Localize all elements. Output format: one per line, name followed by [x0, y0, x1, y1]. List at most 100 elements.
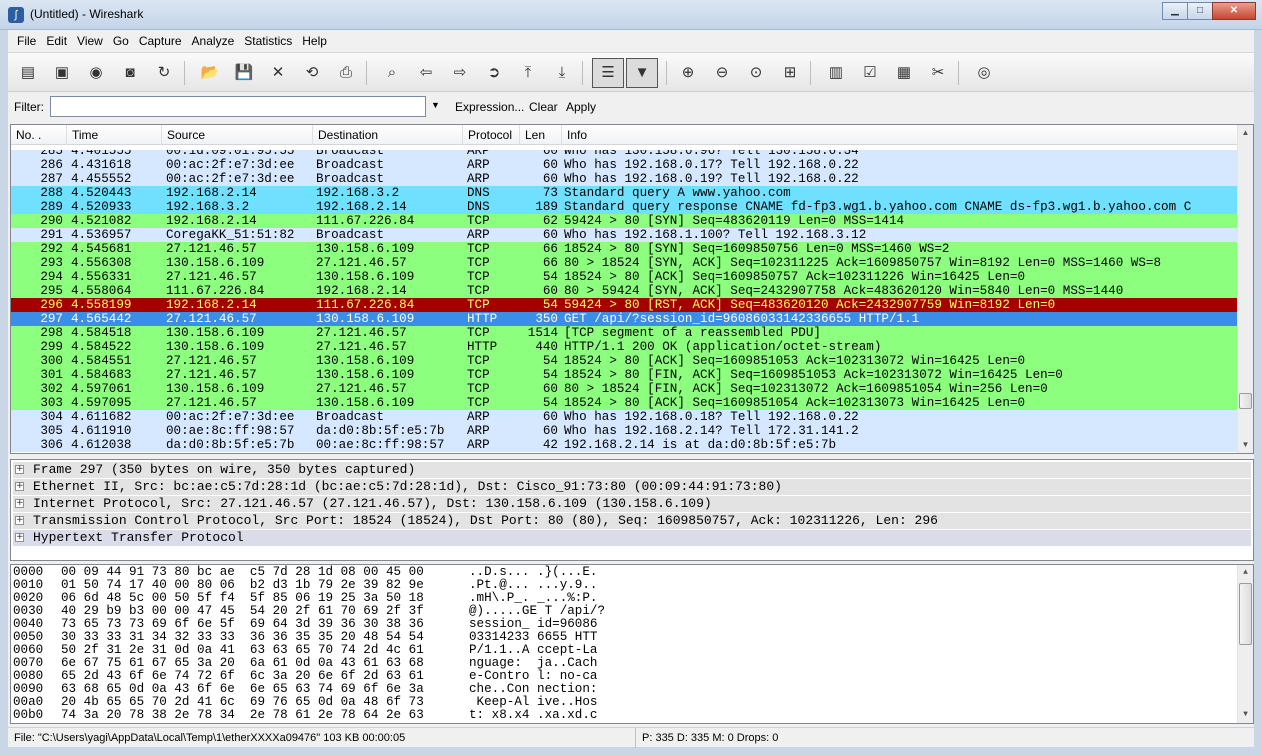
packet-list-scrollbar[interactable]: ▲ ▼: [1237, 125, 1253, 453]
packet-row[interactable]: 287 4.455552 00:ac:2f:e7:3d:ee Broadcast ARP…: [11, 172, 1237, 186]
column-destination[interactable]: Destination: [313, 125, 463, 145]
menu-view[interactable]: View: [72, 30, 108, 52]
go-to-packet-icon[interactable]: ➲: [482, 61, 506, 85]
filter-input[interactable]: [50, 96, 426, 117]
scroll-up-icon[interactable]: ▲: [1238, 125, 1253, 141]
resize-columns-icon[interactable]: ⊞: [778, 61, 802, 85]
coloring-rules-icon[interactable]: ▦: [892, 61, 916, 85]
scroll-thumb[interactable]: [1239, 583, 1252, 645]
close-file-icon[interactable]: ✕: [266, 61, 290, 85]
stop-capture-icon[interactable]: ◙: [118, 61, 142, 85]
packet-row[interactable]: 299 4.584522 130.158.6.109 27.121.46.57 HTTP…: [11, 340, 1237, 354]
minimize-button[interactable]: ▁: [1162, 2, 1188, 20]
hex-ascii[interactable]: t: x8.x4 .xa.xd.c: [469, 709, 597, 722]
column-len[interactable]: Len: [520, 125, 562, 145]
menu-edit[interactable]: Edit: [41, 30, 72, 52]
find-packet-icon[interactable]: ⌕: [380, 61, 404, 85]
expand-icon[interactable]: +: [15, 516, 24, 525]
hex-bytes[interactable]: 74 3a 20 78 38 2e 78 34 2e 78 61 2e 78 6…: [61, 709, 424, 722]
zoom-in-icon[interactable]: ⊕: [676, 61, 700, 85]
reload-icon[interactable]: ⟲: [300, 61, 324, 85]
packet-row[interactable]: 304 4.611682 00:ac:2f:e7:3d:ee Broadcast ARP…: [11, 410, 1237, 424]
column-source[interactable]: Source: [162, 125, 313, 145]
display-filters-icon[interactable]: ☑: [858, 61, 882, 85]
bytes-scrollbar[interactable]: ▲ ▼: [1237, 565, 1253, 723]
packet-row[interactable]: 289 4.520933 192.168.3.2 192.168.2.14 DNS 189…: [11, 200, 1237, 214]
detail-frame[interactable]: + Frame 297 (350 bytes on wire, 350 byte…: [13, 462, 1251, 478]
packet-row[interactable]: 302 4.597061 130.158.6.109 27.121.46.57 TCP 6…: [11, 382, 1237, 396]
status-counts: P: 335 D: 335 M: 0 Drops: 0: [642, 732, 779, 744]
packet-row[interactable]: 306 4.612038 da:d0:8b:5f:e5:7b 00:ae:8c:ff:…: [11, 438, 1237, 452]
menu-capture[interactable]: Capture: [134, 30, 187, 52]
column-time[interactable]: Time: [67, 125, 162, 145]
scroll-down-icon[interactable]: ▼: [1238, 437, 1253, 453]
packet-dst: 192.168.3.2: [316, 186, 400, 200]
go-last-icon[interactable]: ⤓: [550, 61, 574, 85]
packet-row[interactable]: 297 4.565442 27.121.46.57 130.158.6.109 HTTP…: [11, 312, 1237, 326]
help-icon[interactable]: ◎: [972, 61, 996, 85]
expand-icon[interactable]: +: [15, 499, 24, 508]
menu-help[interactable]: Help: [297, 30, 332, 52]
auto-scroll-icon[interactable]: ▼: [626, 58, 658, 88]
packet-row[interactable]: 286 4.431618 00:ac:2f:e7:3d:ee Broadcast ARP…: [11, 158, 1237, 172]
capture-filters-icon[interactable]: ▥: [824, 61, 848, 85]
packet-row[interactable]: 301 4.584683 27.121.46.57 130.158.6.109 TCP 5…: [11, 368, 1237, 382]
packet-row[interactable]: 295 4.558064 111.67.226.84 192.168.2.14 TCP 6…: [11, 284, 1237, 298]
menu-statistics[interactable]: Statistics: [239, 30, 297, 52]
detail-ip[interactable]: + Internet Protocol, Src: 27.121.46.57 (…: [13, 496, 1251, 512]
go-forward-icon[interactable]: ⇨: [448, 61, 472, 85]
wireshark-logo-icon: ∫: [8, 7, 24, 23]
detail-ethernet[interactable]: + Ethernet II, Src: bc:ae:c5:7d:28:1d (b…: [13, 479, 1251, 495]
menu-file[interactable]: File: [12, 30, 41, 52]
column-protocol[interactable]: Protocol: [463, 125, 520, 145]
colorize-icon[interactable]: ☰: [592, 58, 624, 88]
packet-row[interactable]: 296 4.558199 192.168.2.14 111.67.226.84 TCP 5…: [11, 298, 1237, 312]
expand-icon[interactable]: +: [15, 465, 24, 474]
expand-icon[interactable]: +: [15, 482, 24, 491]
packet-row[interactable]: 290 4.521082 192.168.2.14 111.67.226.84 TCP 6…: [11, 214, 1237, 228]
column-no[interactable]: No. .: [11, 125, 67, 145]
packet-row[interactable]: 294 4.556331 27.121.46.57 130.158.6.109 TCP 5…: [11, 270, 1237, 284]
scroll-thumb[interactable]: [1239, 393, 1252, 409]
interfaces-icon[interactable]: ▤: [16, 61, 40, 85]
scroll-up-icon[interactable]: ▲: [1238, 565, 1253, 581]
close-button[interactable]: ✕: [1212, 2, 1256, 20]
scroll-down-icon[interactable]: ▼: [1238, 707, 1253, 723]
go-first-icon[interactable]: ⤒: [516, 61, 540, 85]
column-info[interactable]: Info: [562, 125, 1237, 145]
go-back-icon[interactable]: ⇦: [414, 61, 438, 85]
packet-row[interactable]: 292 4.545681 27.121.46.57 130.158.6.109 TCP 6…: [11, 242, 1237, 256]
menu-go[interactable]: Go: [108, 30, 134, 52]
packet-row[interactable]: 305 4.611910 00:ae:8c:ff:98:57 da:d0:8b:5f:…: [11, 424, 1237, 438]
menu-analyze[interactable]: Analyze: [187, 30, 240, 52]
packet-row[interactable]: 288 4.520443 192.168.2.14 192.168.3.2 DNS 73 S…: [11, 186, 1237, 200]
packet-dst: da:d0:8b:5f:e5:7b: [316, 424, 445, 438]
start-capture-icon[interactable]: ◉: [84, 61, 108, 85]
expression-button[interactable]: Expression...: [455, 100, 524, 114]
clear-button[interactable]: Clear: [529, 100, 558, 114]
zoom-out-icon[interactable]: ⊖: [710, 61, 734, 85]
packet-row[interactable]: 303 4.597095 27.121.46.57 130.158.6.109 TCP 5…: [11, 396, 1237, 410]
main-window: File Edit View Go Capture Analyze Statis…: [8, 30, 1254, 748]
print-icon[interactable]: ⎙: [334, 61, 358, 85]
maximize-button[interactable]: □: [1187, 2, 1213, 20]
apply-button[interactable]: Apply: [566, 100, 596, 114]
packet-row[interactable]: 298 4.584518 130.158.6.109 27.121.46.57 TCP 1…: [11, 326, 1237, 340]
capture-options-icon[interactable]: ▣: [50, 61, 74, 85]
packet-proto: TCP: [467, 326, 490, 340]
detail-tcp[interactable]: + Transmission Control Protocol, Src Por…: [13, 513, 1251, 529]
detail-http[interactable]: + Hypertext Transfer Protocol: [13, 530, 1251, 546]
packet-row[interactable]: 300 4.584551 27.121.46.57 130.158.6.109 TCP 5…: [11, 354, 1237, 368]
restart-capture-icon[interactable]: ↻: [152, 61, 176, 85]
packet-dst: 27.121.46.57: [316, 256, 407, 270]
packet-row[interactable]: 285 4.401555 00:1d:09:01:95:55 Broadcast ARP…: [11, 150, 1237, 158]
packet-row[interactable]: 291 4.536957 CoregaKK_51:51:82 Broadcast ARP…: [11, 228, 1237, 242]
zoom-normal-icon[interactable]: ⊙: [744, 61, 768, 85]
expand-icon[interactable]: +: [15, 533, 24, 542]
preferences-icon[interactable]: ✂: [926, 61, 950, 85]
packet-row[interactable]: 293 4.556308 130.158.6.109 27.121.46.57 TCP 6…: [11, 256, 1237, 270]
filter-dropdown-icon[interactable]: ▼: [431, 100, 440, 110]
hex-off[interactable]: 00b0: [13, 709, 43, 722]
save-file-icon[interactable]: 💾: [232, 61, 256, 85]
open-file-icon[interactable]: 📂: [198, 61, 222, 85]
